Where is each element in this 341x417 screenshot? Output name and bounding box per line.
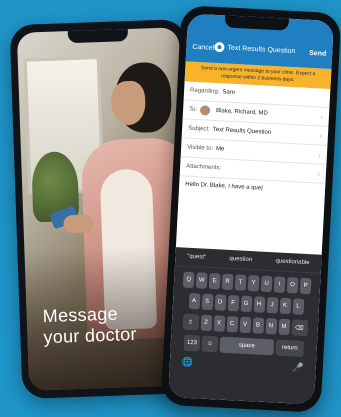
key[interactable]: K bbox=[279, 297, 291, 315]
key-row-3: ⇧ Z X C V B N M ⌫ bbox=[172, 313, 319, 337]
key[interactable]: S bbox=[201, 293, 213, 311]
key[interactable]: N bbox=[264, 317, 277, 335]
key[interactable]: B bbox=[252, 317, 264, 334]
microphone-icon[interactable]: 🎤 bbox=[292, 362, 304, 374]
field-value: Me bbox=[215, 146, 225, 153]
key[interactable]: R bbox=[221, 273, 234, 291]
return-key[interactable]: return bbox=[275, 339, 305, 357]
compose-title: Text Results Question bbox=[227, 44, 296, 55]
chevron-right-icon: › bbox=[317, 168, 321, 179]
compose-phone: Cancel Text Results Question Send Send a… bbox=[160, 5, 341, 413]
globe-icon[interactable]: 🌐 bbox=[182, 357, 194, 369]
field-label: Subject: bbox=[187, 125, 210, 133]
suggestion-2[interactable]: question bbox=[229, 256, 252, 263]
key[interactable]: M bbox=[277, 318, 290, 336]
shift-key-icon[interactable]: ⇧ bbox=[182, 313, 199, 331]
key[interactable]: T bbox=[234, 274, 247, 291]
key[interactable]: G bbox=[240, 295, 252, 313]
key[interactable]: F bbox=[227, 294, 239, 312]
key[interactable]: X bbox=[213, 315, 225, 332]
key[interactable]: L bbox=[292, 298, 304, 315]
key[interactable]: I bbox=[273, 276, 286, 293]
chevron-right-icon: › bbox=[319, 130, 323, 141]
key[interactable]: Z bbox=[200, 314, 212, 332]
field-label: Visible to: bbox=[186, 144, 214, 152]
field-label: Attachments: bbox=[185, 163, 222, 172]
key[interactable]: Y bbox=[247, 274, 260, 292]
key[interactable]: Q bbox=[182, 271, 195, 289]
promo-headline: Message your doctor bbox=[42, 303, 137, 348]
suggestion-1[interactable]: "quest" bbox=[187, 254, 206, 261]
field-label: Regarding: bbox=[189, 87, 220, 96]
phone-notch bbox=[67, 29, 129, 44]
key[interactable]: A bbox=[188, 292, 201, 310]
field-value: Sam bbox=[222, 89, 235, 96]
field-value: Blake, Richard, MD bbox=[215, 108, 268, 117]
keyboard: "quest" question questionable Q W E R T … bbox=[168, 247, 322, 405]
promo-line-2: your doctor bbox=[43, 323, 138, 348]
delete-key-icon[interactable]: ⌫ bbox=[290, 319, 308, 337]
key[interactable]: E bbox=[208, 272, 221, 290]
key[interactable]: O bbox=[286, 277, 299, 294]
key[interactable]: U bbox=[260, 275, 273, 293]
key[interactable]: C bbox=[226, 315, 238, 333]
numbers-key[interactable]: 123 bbox=[183, 334, 201, 352]
message-body-input[interactable]: Hello Dr. Blake, I have a que| bbox=[177, 176, 325, 234]
suggestion-bar: "quest" question questionable bbox=[174, 247, 322, 274]
key[interactable]: H bbox=[253, 296, 265, 313]
key-row-2: A S D F G H J K L bbox=[173, 292, 320, 316]
key[interactable]: D bbox=[214, 294, 226, 311]
compose-title-group: Text Results Question bbox=[214, 41, 306, 57]
space-key[interactable]: space bbox=[219, 336, 275, 356]
key[interactable]: V bbox=[239, 316, 251, 334]
field-value: Text Results Question bbox=[212, 126, 272, 136]
send-button[interactable]: Send bbox=[309, 50, 326, 58]
key[interactable]: P bbox=[299, 277, 312, 295]
emoji-key-icon[interactable]: ☺ bbox=[201, 335, 219, 353]
key[interactable]: W bbox=[195, 272, 208, 289]
cancel-button[interactable]: Cancel bbox=[192, 44, 214, 52]
field-label: To: bbox=[188, 106, 198, 114]
chevron-right-icon: › bbox=[320, 112, 324, 122]
key-row-1: Q W E R T Y U I O P bbox=[174, 271, 321, 295]
doctor-avatar bbox=[199, 105, 211, 116]
key[interactable]: J bbox=[266, 296, 278, 314]
suggestion-3[interactable]: questionable bbox=[275, 258, 309, 266]
app-logo-icon bbox=[214, 41, 225, 53]
person-hand bbox=[63, 214, 94, 234]
compose-screen: Cancel Text Results Question Send Send a… bbox=[168, 13, 334, 405]
chevron-right-icon: › bbox=[318, 149, 322, 160]
